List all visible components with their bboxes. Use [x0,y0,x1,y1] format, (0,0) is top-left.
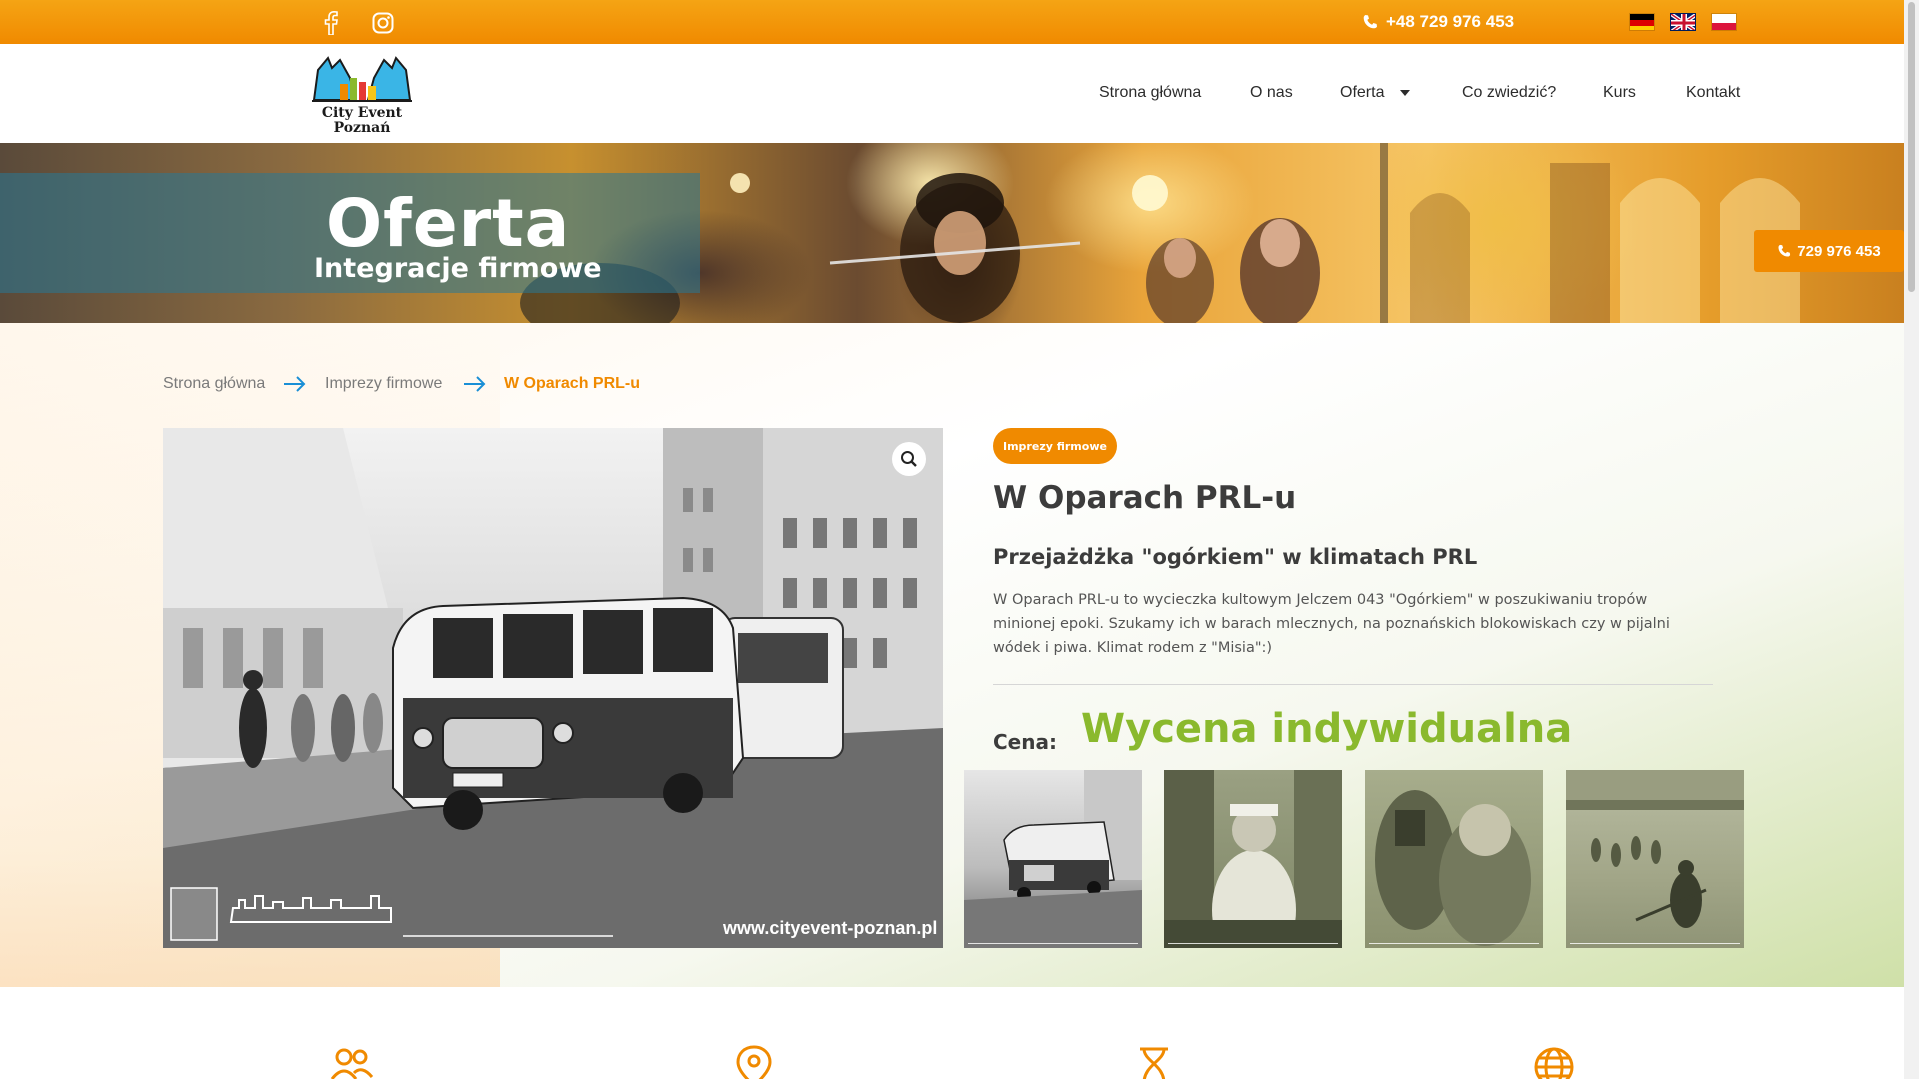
nav-item-oferta-label: Oferta [1340,84,1385,101]
chevron-down-icon [1399,89,1410,96]
hero-banner: Oferta Integracje firmowe 729 976 453 [0,143,1904,323]
price-value: Wycena indywidualna [1081,706,1573,752]
bus-thumbnail-icon [964,770,1142,948]
main-product-image[interactable]: www.cityevent-poznan.pl [163,428,943,948]
facebook-icon[interactable] [318,10,344,36]
divider [993,684,1713,685]
nav-item-co-zwiedzic[interactable]: Co zwiedzić? [1462,84,1556,102]
globe-icon [1532,1045,1576,1079]
logo-mark-icon [312,56,412,102]
product-subtitle: Przejażdżka "ogórkiem" w klimatach PRL [993,545,1478,569]
instagram-icon[interactable] [370,10,396,36]
gallery-thumbnail-field-game[interactable] [1566,770,1744,948]
hero-subtitle: Integracje firmowe [314,253,602,284]
flag-de-icon[interactable] [1629,13,1655,31]
top-bar: +48 729 976 453 [0,0,1904,44]
page: +48 729 976 453 City Event Poznań Strona… [0,0,1919,1079]
site-header: City Event Poznań Strona główna O nas Of… [0,44,1904,143]
product-title: W Oparach PRL-u [993,480,1297,516]
topbar-phone[interactable]: +48 729 976 453 [1362,10,1514,34]
product-section: Strona główna Imprezy firmowe W Oparach … [0,323,1904,987]
nav-item-o-nas[interactable]: O nas [1250,84,1293,102]
zoom-button[interactable] [892,442,926,476]
people-thumbnail-icon [1375,790,1531,946]
arrow-right-icon [284,376,306,392]
hero-phone-label: 729 976 453 [1797,242,1881,260]
logo-text-line2: Poznań [333,120,391,136]
phone-icon [1363,15,1377,29]
hero-phone-button[interactable]: 729 976 453 [1754,230,1904,272]
logo[interactable]: City Event Poznań [310,48,420,142]
product-description: W Oparach PRL-u to wycieczka kultowym Je… [993,592,1670,656]
logo-text: City Event Poznań [310,106,414,136]
nav-item-oferta[interactable]: Oferta [1340,84,1411,102]
breadcrumb-category[interactable]: Imprezy firmowe [325,375,442,393]
people-icon [330,1045,374,1079]
hourglass-icon [1132,1045,1176,1079]
nav-item-kontakt[interactable]: Kontakt [1686,84,1740,102]
thumbnail-line [1369,943,1539,944]
logo-text-line1: City Event [321,105,403,121]
bus-photo [163,428,943,948]
arrow-right-icon [464,376,486,392]
price-label: Cena: [993,730,1057,754]
magnifier-icon [901,451,917,467]
hero-title: Oferta [326,185,571,262]
thumbnail-line [968,943,1138,944]
breadcrumb-current: W Oparach PRL-u [504,375,641,392]
category-badge[interactable]: Imprezy firmowe [993,428,1117,464]
field-game-thumbnail-icon [1566,770,1744,928]
scrollbar-thumb[interactable] [1908,2,1915,292]
gallery-thumbnail-people[interactable] [1365,770,1543,948]
features-section [0,987,1904,1079]
breadcrumb-home[interactable]: Strona główna [163,375,265,393]
location-pin-icon [732,1045,776,1079]
topbar-phone-number: +48 729 976 453 [1386,12,1515,31]
image-watermark: www.cityevent-poznan.pl [723,918,938,938]
gallery-thumbnail-bus[interactable] [964,770,1142,948]
thumbnail-line [1168,943,1338,944]
gallery-thumbnail-waitress[interactable] [1164,770,1342,948]
waitress-thumbnail-icon [1164,770,1342,948]
flag-pl-icon[interactable] [1711,13,1737,31]
page-scrollbar[interactable] [1904,0,1919,1079]
nav-item-kurs[interactable]: Kurs [1603,84,1636,102]
flag-en-icon[interactable] [1670,13,1696,31]
nav-item-strona-glowna[interactable]: Strona główna [1099,84,1201,102]
product-summary: Imprezy firmowe W Oparach PRL-u Przejażd… [964,428,1744,773]
thumbnail-line [1570,943,1740,944]
phone-icon [1778,244,1791,257]
